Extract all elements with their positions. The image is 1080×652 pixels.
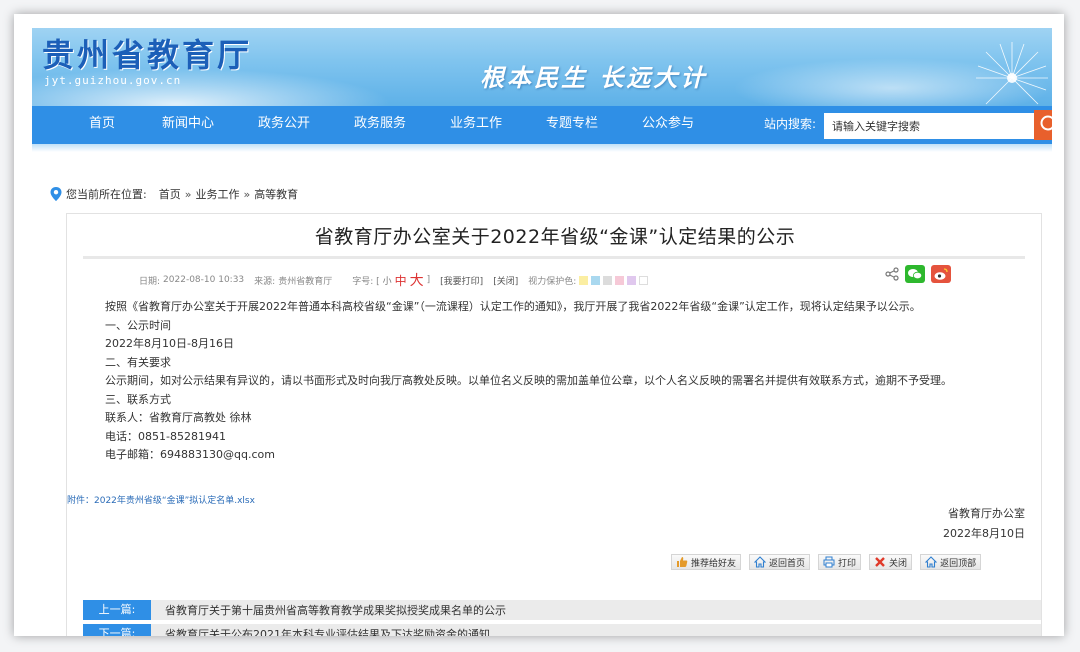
print-link[interactable]: [我要打印] <box>440 274 483 287</box>
dandelion-icon <box>976 42 1048 105</box>
prev-article-row[interactable]: 上一篇: 省教育厅关于第十届贵州省高等教育教学成果奖拟授奖成果名单的公示 <box>83 600 1041 620</box>
nav-item-topics[interactable]: 专题专栏 <box>532 106 612 144</box>
back-home-button[interactable]: 返回首页 <box>749 554 811 570</box>
paragraph: 一、公示时间 <box>105 318 171 332</box>
next-label: 下一篇: <box>83 624 151 636</box>
breadcrumb-prefix: 您当前所在位置: <box>66 188 147 201</box>
share-icon[interactable] <box>885 267 899 281</box>
source-value: 贵州省教育厅 <box>278 276 333 287</box>
next-article-link[interactable]: 省教育厅关于公布2021年本科专业评估结果及下达奖励资金的通知 <box>165 626 490 636</box>
search-input[interactable] <box>824 113 1034 139</box>
eye-protect-label: 视力保护色: <box>528 276 577 287</box>
font-medium-button[interactable]: 中 <box>395 272 407 289</box>
main-nav: 首页 新闻中心 政务公开 政务服务 业务工作 专题专栏 公众参与 站内搜索: <box>32 106 1052 144</box>
article-title: 省教育厅办公室关于2022年省级“金课”认定结果的公示 <box>314 226 796 248</box>
nav-item-public[interactable]: 公众参与 <box>628 106 708 144</box>
prev-article-link[interactable]: 省教育厅关于第十届贵州省高等教育教学成果奖拟授奖成果名单的公示 <box>165 602 506 618</box>
home-icon <box>754 556 767 568</box>
printer-icon <box>823 556 835 568</box>
signature-date: 2022年8月10日 <box>943 527 1025 540</box>
back-top-label: 返回顶部 <box>940 558 977 569</box>
page: 贵州省教育厅 jyt.guizhou.gov.cn 根本民生 长远大计 首页 新… <box>32 28 1052 636</box>
paragraph: 电话：0851-85281941 <box>105 429 226 443</box>
breadcrumb-higher-edu[interactable]: 高等教育 <box>254 186 298 202</box>
paragraph: 公示期间，如对公示结果有异议的，请以书面形式及时向我厅高教处反映。以单位名义反映… <box>105 374 952 387</box>
date-label: 日期: <box>139 276 161 287</box>
close-label: 关闭 <box>889 558 908 569</box>
font-size-label: 字号: [ <box>352 276 380 287</box>
thumbs-up-icon <box>677 557 688 567</box>
attachment-link[interactable]: 附件：2022年贵州省级“金课”拟认定名单.xlsx <box>67 493 255 506</box>
paragraph: 三、联系方式 <box>105 392 171 406</box>
paragraph: 按照《省教育厅办公室关于开展2022年普通本科高校省级“金课”（一流课程）认定工… <box>105 300 921 313</box>
close-button[interactable]: 关闭 <box>869 554 913 570</box>
back-top-button[interactable]: 返回顶部 <box>920 554 982 570</box>
share-bar <box>885 265 951 283</box>
search-icon <box>1040 115 1052 131</box>
nav-item-gov-service[interactable]: 政务服务 <box>340 106 420 144</box>
article-tools: 推荐给好友 返回首页 打印 关闭 返回顶部 <box>671 554 982 570</box>
breadcrumb: 您当前所在位置: 首页 » 业务工作 » 高等教育 <box>50 186 298 202</box>
nav-item-business[interactable]: 业务工作 <box>436 106 516 144</box>
site-domain: jyt.guizhou.gov.cn <box>44 74 182 87</box>
recommend-button[interactable]: 推荐给好友 <box>671 554 742 570</box>
search-label: 站内搜索: <box>764 117 817 131</box>
breadcrumb-separator: » <box>184 187 192 201</box>
article-meta: 日期: 2022-08-10 10:33 来源: 贵州省教育厅 字号: [ 小 … <box>139 270 651 290</box>
close-link[interactable]: [关闭] <box>493 274 518 287</box>
article: 省教育厅办公室关于2022年省级“金课”认定结果的公示 日期: 2022-08-… <box>66 213 1042 636</box>
print-button[interactable]: 打印 <box>818 554 862 570</box>
location-pin-icon <box>50 187 62 201</box>
back-home-label: 返回首页 <box>769 558 806 569</box>
nav-item-home[interactable]: 首页 <box>72 106 132 144</box>
nav-item-gov-open[interactable]: 政务公开 <box>244 106 324 144</box>
home-icon <box>925 556 938 568</box>
eye-color-white[interactable] <box>639 275 649 285</box>
paragraph: 电子邮箱：694883130@qq.com <box>105 448 275 461</box>
recommend-label: 推荐给好友 <box>691 558 737 569</box>
eye-color-pink[interactable] <box>615 275 625 285</box>
eye-color-gray[interactable] <box>603 275 613 285</box>
source-label: 来源: <box>254 276 276 287</box>
signature-org: 省教育厅办公室 <box>948 507 1025 520</box>
nav-item-news[interactable]: 新闻中心 <box>148 106 228 144</box>
eye-color-purple[interactable] <box>627 275 637 285</box>
header-banner: 贵州省教育厅 jyt.guizhou.gov.cn 根本民生 长远大计 <box>32 28 1052 106</box>
paragraph: 2022年8月10日-8月16日 <box>105 337 234 350</box>
breadcrumb-business[interactable]: 业务工作 <box>195 186 239 202</box>
title-divider <box>83 256 1025 259</box>
search-button[interactable] <box>1034 110 1052 140</box>
paragraph: 二、有关要求 <box>105 355 171 369</box>
font-small-button[interactable]: 小 <box>383 274 392 287</box>
wechat-icon[interactable] <box>905 265 925 283</box>
date-value: 2022-08-10 10:33 <box>163 275 245 285</box>
weibo-icon[interactable] <box>931 265 951 283</box>
font-large-button[interactable]: 大 <box>410 270 424 290</box>
site-title[interactable]: 贵州省教育厅 <box>42 30 252 76</box>
print-label: 打印 <box>838 558 857 569</box>
slogan: 根本民生 长远大计 <box>480 63 708 92</box>
close-icon <box>875 557 885 567</box>
eye-color-blue[interactable] <box>591 275 601 285</box>
signature: 省教育厅办公室 2022年8月10日 <box>943 504 1025 544</box>
screenshot-frame: 贵州省教育厅 jyt.guizhou.gov.cn 根本民生 长远大计 首页 新… <box>14 14 1064 636</box>
nav-shadow <box>32 144 1052 152</box>
paragraph: 联系人：省教育厅高教处 徐林 <box>105 411 252 424</box>
prev-label: 上一篇: <box>83 600 151 620</box>
next-article-row[interactable]: 下一篇: 省教育厅关于公布2021年本科专业评估结果及下达奖励资金的通知 <box>83 624 1041 636</box>
breadcrumb-home[interactable]: 首页 <box>159 186 181 202</box>
article-body: 按照《省教育厅办公室关于开展2022年普通本科高校省级“金课”（一流课程）认定工… <box>105 298 1025 465</box>
eye-color-yellow[interactable] <box>579 275 589 285</box>
font-size-end: ] <box>426 275 431 285</box>
breadcrumb-separator: » <box>243 187 251 201</box>
